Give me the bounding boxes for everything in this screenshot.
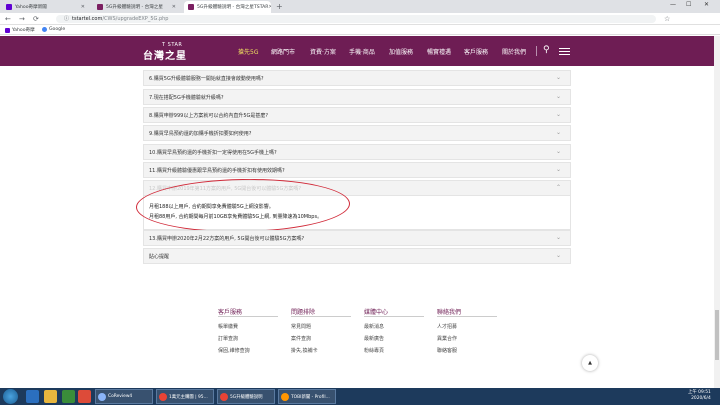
chevron-down-icon: ⌄ xyxy=(555,93,561,100)
maximize-icon[interactable]: ☐ xyxy=(686,1,691,8)
footer-link[interactable]: 帳單繳費 xyxy=(218,323,238,330)
address-toolbar: ← → ⟳ ⓘ tstartel.com/CWS/upgradeEXP_5G.ph… xyxy=(0,13,720,25)
faq-item-6[interactable]: 6.購買5G升級體驗服務一開始就直接會啟動使用嗎? ⌄ xyxy=(143,70,571,86)
close-tab-icon[interactable]: ✕ xyxy=(269,4,271,10)
chevron-down-icon: ⌄ xyxy=(555,148,561,155)
bookmarks-bar: Yahoo奇摩 Google xyxy=(0,25,720,35)
footer-link[interactable]: 人才招募 xyxy=(437,323,457,330)
menu-privileges[interactable]: 暢實禮遇 xyxy=(427,47,451,56)
tstar-favicon-icon xyxy=(97,4,103,10)
explorer-icon[interactable] xyxy=(44,390,57,403)
new-tab-button[interactable]: + xyxy=(276,2,283,11)
menu-plans[interactable]: 資費·方案 xyxy=(310,47,336,56)
menu-customer-service[interactable]: 客戶服務 xyxy=(464,47,488,56)
footer-title-troubleshooting: 問題排除 xyxy=(291,309,316,316)
browser-tab-tstar-active[interactable]: 5G升級體驗說明 - 台灣之星TSTAR ✕ xyxy=(184,1,271,13)
google-icon xyxy=(42,27,47,32)
faq-item-7[interactable]: 7.現在搭配5G手機體驗就升級嗎? ⌄ xyxy=(143,89,571,105)
menu-about[interactable]: 關於我們 xyxy=(502,47,526,56)
chrome-icon xyxy=(159,392,167,401)
menu-value-added[interactable]: 加值服務 xyxy=(389,47,413,56)
taskbar-app-chrome-2[interactable]: 5G升級體驗說明 xyxy=(217,389,275,404)
yahoo-icon xyxy=(5,27,10,33)
footer-title-customer-service: 客戶服務 xyxy=(218,309,243,316)
footer-link[interactable]: 最新廣告 xyxy=(364,335,384,342)
footer-title-media: 媒體中心 xyxy=(364,309,389,316)
faq-item-11[interactable]: 11.購買升級體驗優惠跟早鳥預約還的手機折扣有使用效期嗎? ⌄ xyxy=(143,162,571,178)
bookmark-google[interactable]: Google xyxy=(42,27,65,32)
bookmark-yahoo[interactable]: Yahoo奇摩 xyxy=(5,27,35,33)
footer-divider xyxy=(437,316,497,317)
start-button-icon[interactable] xyxy=(3,389,18,404)
browser-tab-yahoo[interactable]: Yahoo奇摩新聞 ✕ xyxy=(2,1,89,13)
faq-item-9[interactable]: 9.購買早鳥預約還的加購手機折扣要如何使用? ⌄ xyxy=(143,125,571,141)
header-divider xyxy=(536,46,537,56)
taskbar-app-firefox[interactable]: TOBI新聞 - Profil... xyxy=(278,389,336,404)
chevron-down-icon: ⌄ xyxy=(555,129,561,136)
back-icon[interactable]: ← xyxy=(5,15,11,23)
menu-5g[interactable]: 搶先5G xyxy=(238,47,258,56)
reload-icon[interactable]: ⟳ xyxy=(33,15,39,23)
taskbar-app-coreview[interactable]: CoReview4 xyxy=(95,389,153,404)
scrollbar-thumb[interactable] xyxy=(715,310,719,360)
chevron-down-icon: ⌄ xyxy=(555,166,561,173)
firefox-icon xyxy=(281,392,289,401)
footer-divider xyxy=(291,316,351,317)
info-icon: ⓘ xyxy=(64,16,70,22)
system-clock[interactable]: 上午 09:51 2020/6/4 xyxy=(688,390,711,402)
menu-phones[interactable]: 手機·商品 xyxy=(349,47,375,56)
close-window-icon[interactable]: ✕ xyxy=(704,1,709,8)
back-to-top-button[interactable]: ▲ xyxy=(582,355,598,371)
footer-link[interactable]: 訂單查詢 xyxy=(218,335,238,342)
chevron-up-icon: ⌃ xyxy=(555,184,561,191)
chrome-icon[interactable] xyxy=(78,390,91,403)
close-tab-icon[interactable]: ✕ xyxy=(172,4,176,10)
footer-divider xyxy=(364,316,424,317)
minimize-icon[interactable]: — xyxy=(670,1,676,8)
faq-item-10[interactable]: 10.購買早鳥預約還的手機折扣一定得使用在5G手機上嗎? ⌄ xyxy=(143,144,571,160)
browser-tab-tstar-1[interactable]: 5G升級體驗說明 - 台灣之星 ✕ xyxy=(93,1,180,13)
yahoo-favicon-icon xyxy=(6,4,12,10)
chevron-down-icon: ⌄ xyxy=(555,111,561,118)
footer-link[interactable]: 常見問題 xyxy=(291,323,311,330)
chrome-icon xyxy=(220,392,228,401)
ie-icon[interactable] xyxy=(26,390,39,403)
search-icon[interactable]: ⚲ xyxy=(543,45,550,55)
footer-link[interactable]: 案件查詢 xyxy=(291,335,311,342)
chevron-down-icon: ⌄ xyxy=(555,252,561,259)
faq-item-13[interactable]: 13.購買申辦2020年2月22方案的用戶, 5G開台後可以體驗5G方案嗎? ⌄ xyxy=(143,230,571,246)
menu-online-store[interactable]: 網路門市 xyxy=(271,47,295,56)
hamburger-menu-icon[interactable] xyxy=(559,48,570,55)
app-icon xyxy=(98,392,106,401)
faq-item-reminder[interactable]: 貼心提醒 ⌄ xyxy=(143,248,571,264)
footer-link[interactable]: 異業合作 xyxy=(437,335,457,342)
footer-link[interactable]: 聯絡客服 xyxy=(437,347,457,354)
taskbar-app-chrome-1[interactable]: 1萬元主購團 | 95... xyxy=(156,389,214,404)
tstar-favicon-icon xyxy=(188,4,194,10)
url-input[interactable]: ⓘ tstartel.com/CWS/upgradeEXP_5G.php xyxy=(56,15,656,23)
footer-title-contact: 聯絡我們 xyxy=(437,309,462,316)
logo-title[interactable]: 台灣之星 xyxy=(143,47,187,62)
media-icon[interactable] xyxy=(62,390,75,403)
footer-link[interactable]: 最新消息 xyxy=(364,323,384,330)
faq-item-8[interactable]: 8.購買申辦999以上方案就可以合約內直升5G是甚麼? ⌄ xyxy=(143,107,571,123)
close-tab-icon[interactable]: ✕ xyxy=(81,4,85,10)
forward-icon[interactable]: → xyxy=(19,15,25,23)
footer-link[interactable]: 掛失,換補卡 xyxy=(291,347,318,354)
bookmark-star-icon[interactable]: ☆ xyxy=(664,15,670,23)
footer-link[interactable]: 保固,維修查詢 xyxy=(218,347,250,354)
chevron-down-icon: ⌄ xyxy=(555,234,561,241)
footer-link[interactable]: 粉絲專頁 xyxy=(364,347,384,354)
footer-divider xyxy=(218,316,278,317)
chevron-down-icon: ⌄ xyxy=(555,74,561,81)
